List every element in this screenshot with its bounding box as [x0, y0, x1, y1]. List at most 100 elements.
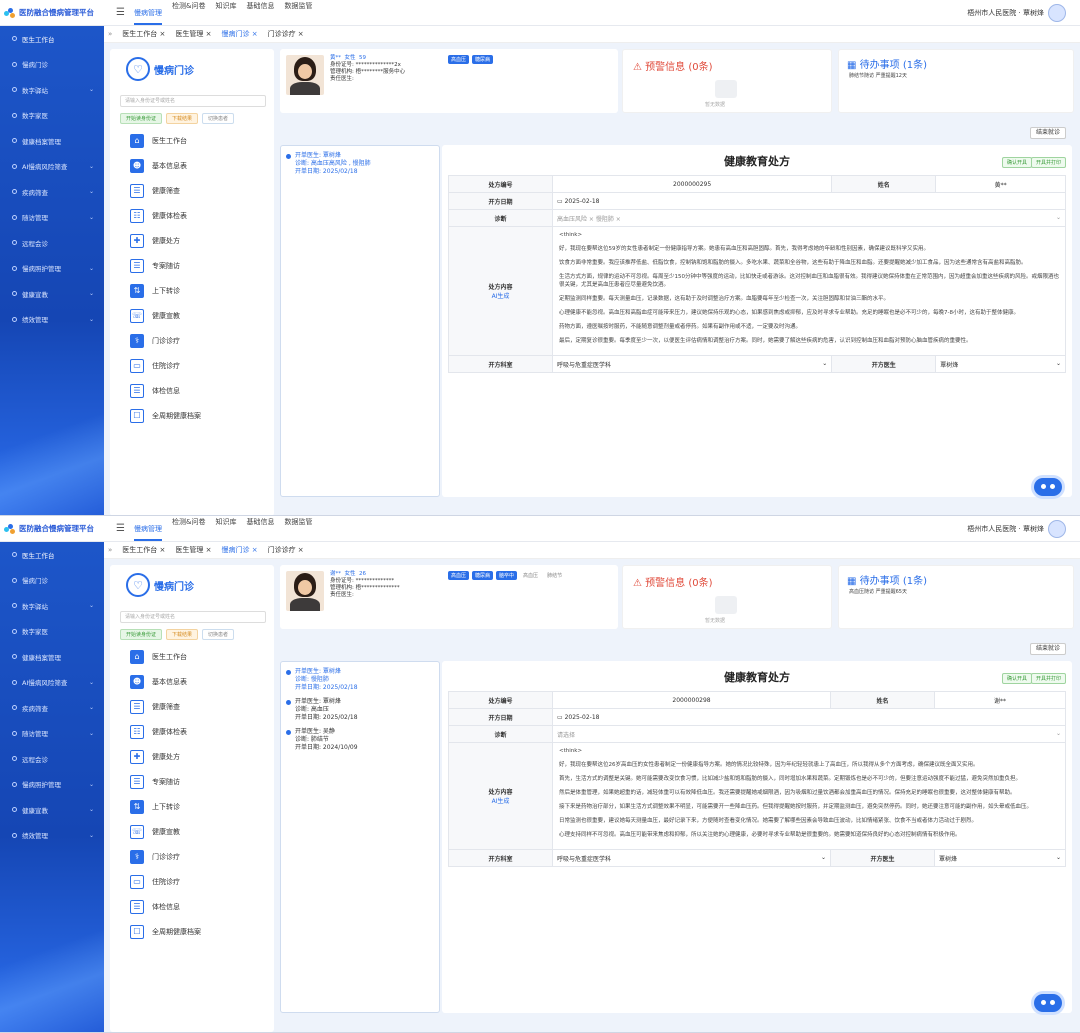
clinic-menu-item[interactable]: ☷ 健康体检表 — [130, 203, 274, 228]
top-nav-item[interactable]: 知识库 — [215, 1, 236, 25]
top-nav-item[interactable]: 数据监管 — [284, 517, 312, 541]
top-nav-item[interactable]: 基础信息 — [246, 1, 274, 25]
clinic-menu-item[interactable]: ☻ 基本信息表 — [130, 669, 274, 694]
sidebar-item[interactable]: 医生工作台 — [0, 26, 104, 52]
top-nav-item[interactable]: 慢病管理 — [134, 8, 162, 25]
clinic-menu-item[interactable]: ▭ 住院诊疗 — [130, 353, 274, 378]
clinic-menu-item[interactable]: ⌂ 医生工作台 — [130, 644, 274, 669]
clinic-menu-item[interactable]: ☐ 全周期健康档案 — [130, 403, 274, 428]
end-visit-button[interactable]: 结束就诊 — [1029, 127, 1066, 139]
top-nav-item[interactable]: 检测&问卷 — [172, 517, 205, 541]
clinic-menu-item[interactable]: ☰ 健康筛查 — [130, 178, 274, 203]
clinic-menu-item[interactable]: ✚ 健康处方 — [130, 744, 274, 769]
top-nav-item[interactable]: 慢病管理 — [134, 524, 162, 541]
user-name[interactable]: 梧州市人民医院 · 覃树烽 — [967, 524, 1044, 534]
collapse-icon[interactable]: » — [108, 546, 112, 554]
top-nav-item[interactable]: 检测&问卷 — [172, 1, 205, 25]
rx-dept-select[interactable]: 呼吸与危重症医学科 ⌄ — [551, 355, 833, 373]
rx-diag-select[interactable]: 高血压风险 × 慢阻肺 × ⌄ — [552, 209, 1066, 227]
prescription-record[interactable]: 开单医生: 覃树烽 诊断: 慢阻肺 开单日期: 2025/02/18 — [286, 668, 439, 692]
sidebar-item[interactable]: 随访管理 ⌄ — [0, 721, 104, 747]
top-nav-item[interactable]: 知识库 — [215, 517, 236, 541]
sidebar-item[interactable]: 医生工作台 — [0, 542, 104, 568]
assistant-robot-icon[interactable] — [1034, 478, 1062, 496]
sidebar-item[interactable]: AI慢病风险筛查 ⌄ — [0, 670, 104, 696]
tab-workbench[interactable]: 医生工作台 × — [122, 545, 165, 555]
clinic-menu-item[interactable]: ☏ 健康宣教 — [130, 303, 274, 328]
issue-print-button[interactable]: 开具并打印 — [1030, 673, 1066, 684]
download-button[interactable]: 下载结果 — [166, 113, 199, 124]
issue-print-button[interactable]: 开具并打印 — [1030, 157, 1066, 168]
tab-doctor-manage[interactable]: 医生管理 × — [175, 29, 211, 39]
sidebar-item[interactable]: 疾病筛查 ⌄ — [0, 179, 104, 205]
rx-date[interactable]: ▭ 2025-02-18 — [552, 192, 1066, 210]
todo-item[interactable]: 高血压随访 严重提醒65天 — [849, 588, 907, 595]
tab-workbench[interactable]: 医生工作台 × — [122, 29, 165, 39]
sidebar-item[interactable]: 慢病照护管理 ⌄ — [0, 772, 104, 798]
ai-generate-link[interactable]: AI生成 — [492, 798, 510, 805]
rx-content[interactable]: <think> 好，我现在要帮这位26岁高血压的女性患者制定一份健康指导方案。她的… — [552, 742, 1066, 850]
menu-toggle-icon[interactable]: ☰ — [116, 523, 128, 534]
sidebar-item[interactable]: 疾病筛查 ⌄ — [0, 695, 104, 721]
sidebar-item[interactable]: 健康宣教 ⌄ — [0, 281, 104, 307]
rx-content[interactable]: <think> 好，我现在要帮这位59岁的女性患者制定一份健康指导方案。她患有高血… — [552, 226, 1066, 356]
clinic-menu-item[interactable]: ☰ 专案随访 — [130, 253, 274, 278]
end-visit-button[interactable]: 结束就诊 — [1029, 643, 1066, 655]
menu-toggle-icon[interactable]: ☰ — [116, 7, 128, 18]
sidebar-item[interactable]: AI慢病风险筛查 ⌄ — [0, 154, 104, 180]
user-name[interactable]: 梧州市人民医院 · 覃树烽 — [967, 8, 1044, 18]
sidebar-item[interactable]: 数字家医 — [0, 103, 104, 129]
sidebar-item[interactable]: 数字家医 — [0, 619, 104, 645]
clinic-menu-item[interactable]: ⌂ 医生工作台 — [130, 128, 274, 153]
sidebar-item[interactable]: 健康档案管理 — [0, 644, 104, 670]
sidebar-item[interactable]: 远程会诊 — [0, 230, 104, 256]
rx-doctor-select[interactable]: 覃树烽 ⌄ — [934, 849, 1066, 867]
clinic-menu-item[interactable]: ☐ 全周期健康档案 — [130, 919, 274, 944]
avatar[interactable] — [1048, 4, 1066, 22]
clinic-menu-item[interactable]: ▭ 住院诊疗 — [130, 869, 274, 894]
patient-search-input[interactable]: 请输入身份证号或姓名 — [120, 95, 266, 107]
rx-dept-select[interactable]: 呼吸与危重症医学科 ⌄ — [551, 849, 832, 867]
rx-diag-select[interactable]: 请选择 ⌄ — [552, 725, 1066, 743]
sidebar-item[interactable]: 绩效管理 ⌄ — [0, 307, 104, 333]
collapse-icon[interactable]: » — [108, 30, 112, 38]
sidebar-item[interactable]: 绩效管理 ⌄ — [0, 823, 104, 849]
prescription-record[interactable]: 开单医生: 吴静 诊断: 肺结节 开单日期: 2024/10/09 — [286, 728, 439, 752]
confirm-button[interactable]: 确认开具 — [1001, 157, 1032, 168]
sidebar-item[interactable]: 慢病门诊 — [0, 568, 104, 594]
switch-patient-button[interactable]: 切换患者 — [202, 629, 235, 640]
sidebar-item[interactable]: 慢病门诊 — [0, 52, 104, 78]
read-id-button[interactable]: 开始读身份证 — [120, 113, 163, 124]
sidebar-item[interactable]: 随访管理 ⌄ — [0, 205, 104, 231]
tab-doctor-manage[interactable]: 医生管理 × — [175, 545, 211, 555]
avatar[interactable] — [1048, 520, 1066, 538]
sidebar-item[interactable]: 远程会诊 — [0, 746, 104, 772]
tab-outpatient[interactable]: 门诊诊疗 × — [268, 545, 304, 555]
sidebar-item[interactable]: 慢病照护管理 ⌄ — [0, 256, 104, 282]
clinic-menu-item[interactable]: ☷ 健康体检表 — [130, 719, 274, 744]
ai-generate-link[interactable]: AI生成 — [492, 293, 510, 300]
top-nav-item[interactable]: 基础信息 — [246, 517, 274, 541]
sidebar-item[interactable]: 健康档案管理 — [0, 128, 104, 154]
prescription-record[interactable]: 开单医生: 覃树烽 诊断: 高血压高风险 , 慢阻肺 开单日期: 2025/02/1… — [286, 152, 439, 176]
clinic-menu-item[interactable]: ☰ 体检信息 — [130, 894, 274, 919]
clinic-menu-item[interactable]: ☰ 专案随访 — [130, 769, 274, 794]
confirm-button[interactable]: 确认开具 — [1001, 673, 1032, 684]
sidebar-item[interactable]: 数字驿站 ⌄ — [0, 593, 104, 619]
sidebar-item[interactable]: 数字驿站 ⌄ — [0, 77, 104, 103]
clinic-menu-item[interactable]: ☻ 基本信息表 — [130, 153, 274, 178]
switch-patient-button[interactable]: 切换患者 — [202, 113, 235, 124]
clinic-menu-item[interactable]: ✚ 健康处方 — [130, 228, 274, 253]
todo-item[interactable]: 肺结节随访 严重提醒12天 — [849, 72, 907, 79]
clinic-menu-item[interactable]: ☰ 体检信息 — [130, 378, 274, 403]
read-id-button[interactable]: 开始读身份证 — [120, 629, 163, 640]
patient-search-input[interactable]: 请输入身份证号或姓名 — [120, 611, 266, 623]
top-nav-item[interactable]: 数据监管 — [284, 1, 312, 25]
clinic-menu-item[interactable]: ☏ 健康宣教 — [130, 819, 274, 844]
tab-outpatient[interactable]: 门诊诊疗 × — [268, 29, 304, 39]
clinic-menu-item[interactable]: ☰ 健康筛查 — [130, 694, 274, 719]
sidebar-item[interactable]: 健康宣教 ⌄ — [0, 797, 104, 823]
prescription-record[interactable]: 开单医生: 覃树烽 诊断: 高血压 开单日期: 2025/02/18 — [286, 698, 439, 722]
clinic-menu-item[interactable]: ⚕ 门诊诊疗 — [130, 844, 274, 869]
assistant-robot-icon[interactable] — [1034, 994, 1062, 1012]
